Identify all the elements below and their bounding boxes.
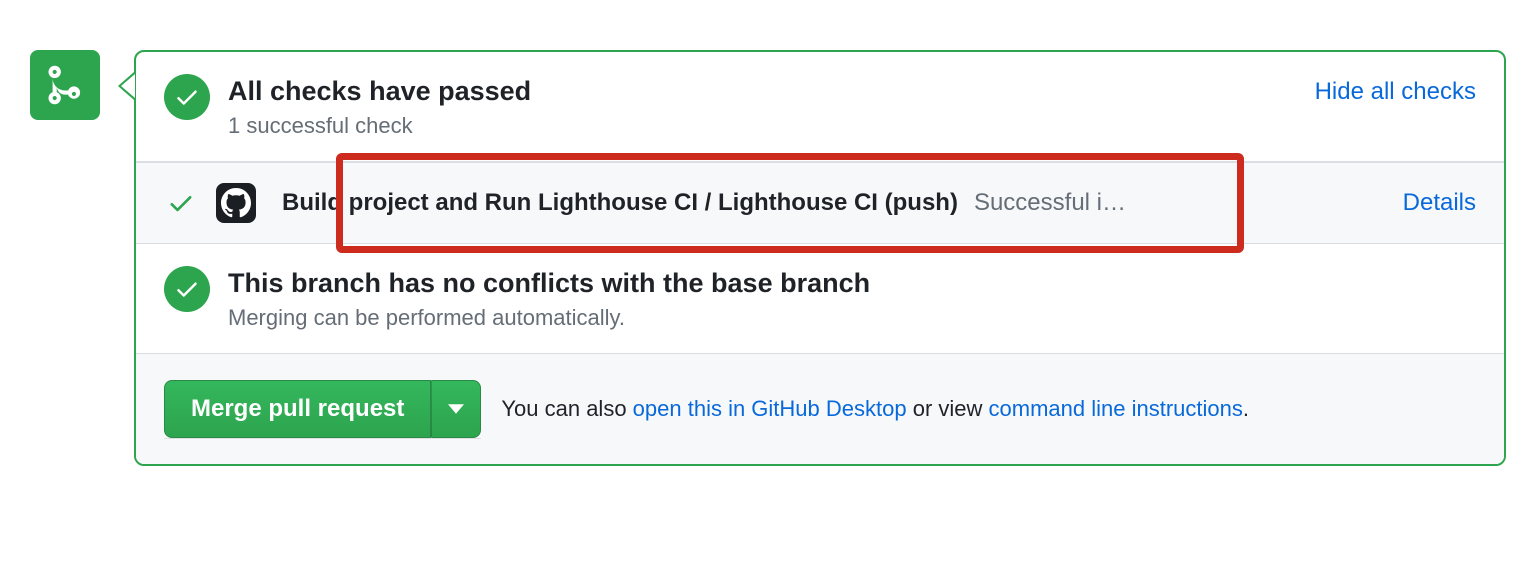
merge-help-text: You can also open this in GitHub Desktop… [501,396,1249,422]
merge-text-prefix: You can also [501,396,632,421]
check-success-icon [164,74,210,120]
check-status: Successful i… [974,189,1126,217]
merge-pull-request-button[interactable]: Merge pull request [164,380,431,438]
check-details-link[interactable]: Details [1403,189,1476,217]
cli-instructions-link[interactable]: command line instructions [989,396,1243,421]
merge-text-suffix: . [1243,396,1249,421]
merge-button-group: Merge pull request [164,380,481,438]
github-avatar-icon [216,183,256,223]
checks-subtitle: 1 successful check [228,113,1476,139]
check-pass-icon [164,189,198,217]
checks-summary-section: All checks have passed 1 successful chec… [136,52,1504,162]
merge-dropdown-button[interactable] [431,380,481,438]
merge-panel: All checks have passed 1 successful chec… [134,50,1506,466]
conflicts-title: This branch has no conflicts with the ba… [228,266,1476,301]
merge-section: Merge pull request You can also open thi… [136,354,1504,464]
conflicts-section: This branch has no conflicts with the ba… [136,244,1504,354]
hide-all-checks-link[interactable]: Hide all checks [1315,78,1476,106]
checks-title: All checks have passed [228,74,1476,109]
merge-icon [30,50,100,120]
open-desktop-link[interactable]: open this in GitHub Desktop [633,396,907,421]
check-item-row: Build project and Run Lighthouse CI / Li… [136,162,1504,244]
conflicts-subtitle: Merging can be performed automatically. [228,305,1476,331]
merge-text-middle: or view [907,396,989,421]
caret-down-icon [448,404,464,414]
check-success-icon [164,266,210,312]
check-name: Build project and Run Lighthouse CI / Li… [282,189,958,217]
